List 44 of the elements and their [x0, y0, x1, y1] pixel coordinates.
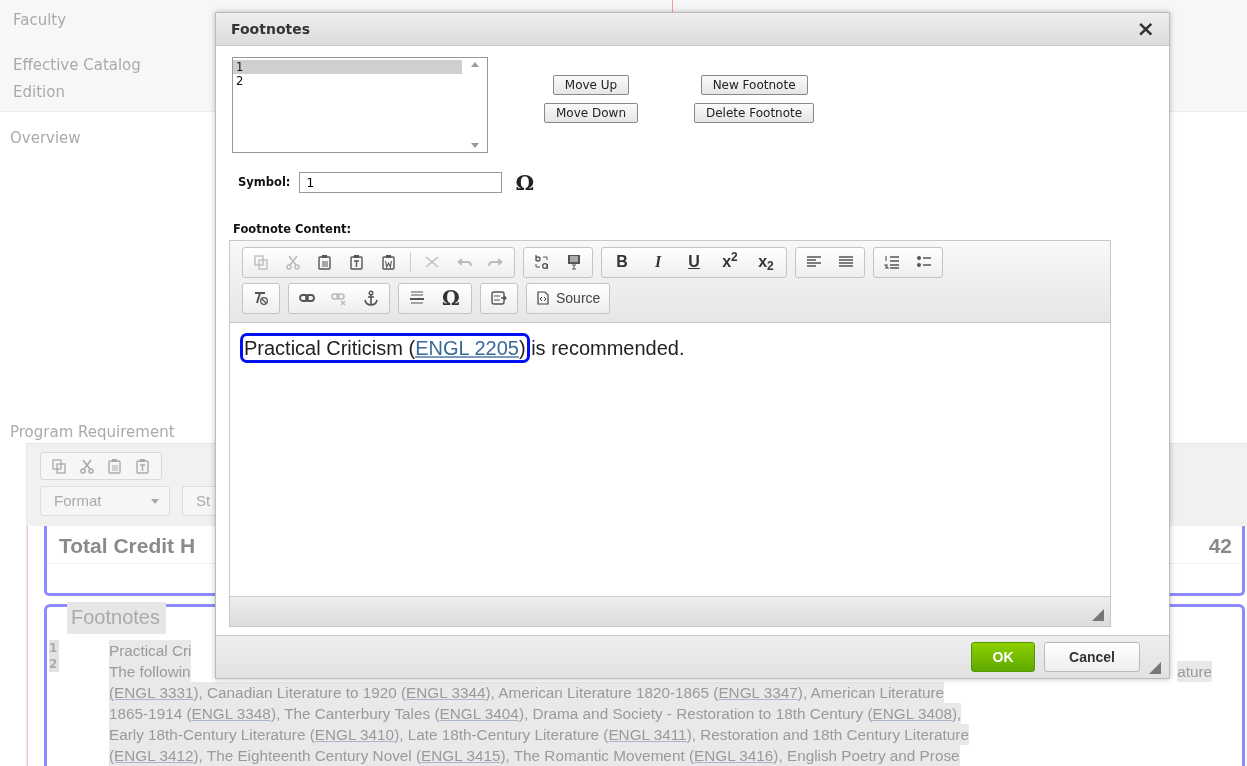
dialog-title: Footnotes — [231, 19, 311, 39]
footnote-text: ature — [1177, 661, 1212, 682]
cancel-button[interactable]: Cancel — [1044, 642, 1140, 672]
list-item[interactable]: 1 — [233, 60, 462, 74]
document-icon — [536, 291, 550, 306]
scroll-up-icon — [470, 62, 479, 67]
footnotes-legend: Footnotes — [67, 602, 166, 634]
field-label: Overview — [10, 129, 81, 147]
format-button[interactable]: U — [677, 250, 711, 275]
footnote-text: Practical Cri — [109, 640, 192, 661]
footnote-text: The followin — [109, 661, 191, 682]
footnote-listbox[interactable]: 1 2 — [232, 57, 488, 153]
editor-text: is recommended. — [530, 336, 685, 359]
resize-grip-icon — [1092, 608, 1104, 621]
dialog-button[interactable]: Delete Footnote — [694, 103, 815, 123]
list-item[interactable]: 2 — [233, 74, 462, 88]
dialog-button[interactable]: Move Down — [544, 103, 638, 123]
dialog-button[interactable]: Move Up — [552, 75, 630, 95]
field-label: Program Requirement — [10, 423, 175, 441]
field-label: Faculty — [13, 10, 67, 31]
scroll-down-icon — [470, 143, 479, 148]
format-button[interactable]: B — [605, 250, 639, 275]
footnote-text: (ENGL 3412), The Eighteenth Century Novel (ENGL 3415), The Romantic Movement (ENGL 3416), English Poetry and Prose — [109, 745, 960, 766]
format-button[interactable]: I — [641, 250, 675, 275]
special-character-button[interactable]: Ω — [515, 167, 535, 199]
content-label: Footnote Content: — [233, 220, 353, 238]
footnote-text: 1865-1914 (ENGL 3348), The Canterbury Tales (ENGL 3404), Drama and Society - Restoration to 18th Century (ENGL 3408), — [109, 703, 962, 724]
format-button[interactable]: x$_{2}$ — [749, 250, 783, 275]
symbol-label: Symbol: — [238, 174, 291, 192]
dialog-button[interactable]: New Footnote — [700, 75, 808, 95]
total-label: Total Credit H — [59, 533, 196, 559]
selected-text: Practical Criticism (ENGL 2205) — [244, 336, 526, 359]
format-button[interactable]: x$^{2}$ — [713, 250, 747, 275]
footnote-text: (ENGL 3331), Canadian Literature to 1920 (ENGL 3344), American Literature 1820-1865 (ENGL 3347), American Literature — [109, 682, 945, 703]
field-label: Effective Catalog Edition — [13, 55, 142, 103]
footnote-number: 2 — [49, 656, 59, 672]
symbol-field[interactable]: 1 — [299, 172, 503, 194]
course-link[interactable]: ENGL 2205 — [415, 336, 519, 359]
footnote-text: Early 18th-Century Literature (ENGL 3410), Late 18th-Century Literature (ENGL 3411), Restoration and 18th Century Literature — [109, 724, 969, 745]
footnote-number: 1 — [49, 640, 59, 656]
resize-grip-icon — [1149, 662, 1161, 674]
close-button[interactable]: × — [1136, 18, 1155, 40]
caret-icon — [151, 498, 159, 504]
total-value: 42 — [1208, 533, 1232, 559]
